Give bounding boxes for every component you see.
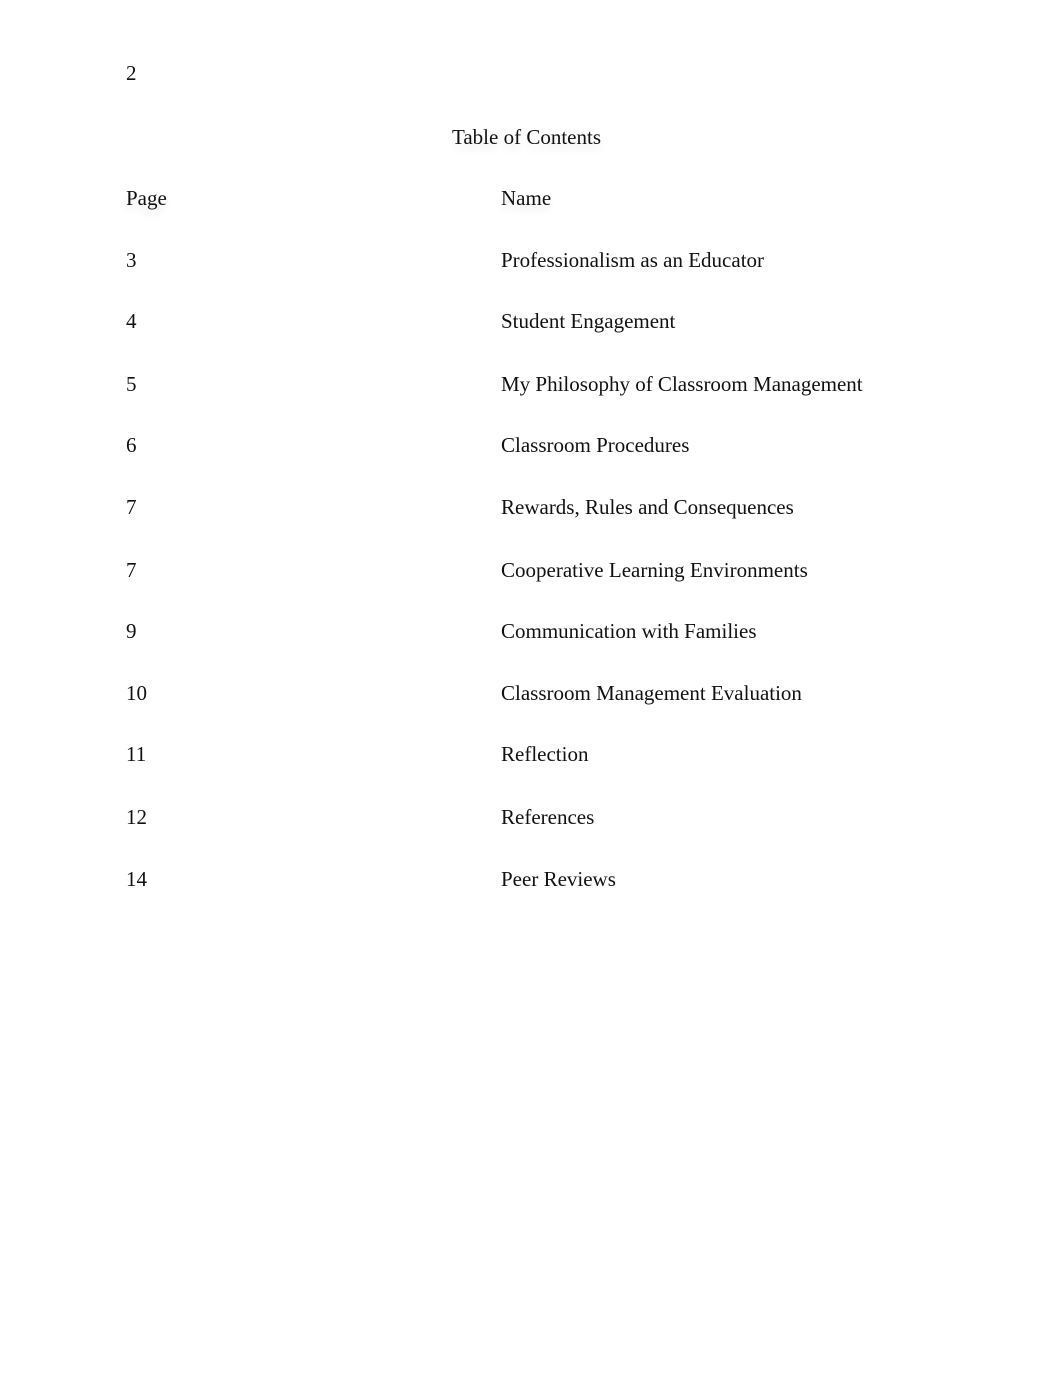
- toc-entry-page: 7: [126, 558, 137, 582]
- toc-entry-name: Student Engagement: [501, 309, 676, 333]
- page-number: 2: [126, 61, 137, 85]
- toc-entry-name: References: [501, 805, 595, 829]
- toc-entry-name: Reflection: [501, 742, 589, 766]
- toc-entry-page: 4: [126, 309, 137, 333]
- toc-entry-name: My Philosophy of Classroom Management: [501, 372, 863, 396]
- toc-entry-page: 5: [126, 372, 137, 396]
- toc-entry-name: Cooperative Learning Environments: [501, 558, 808, 582]
- toc-entry: 9 Communication with Families: [0, 619, 1062, 643]
- toc-entry: 5 My Philosophy of Classroom Management: [0, 372, 1062, 396]
- toc-entry-name: Classroom Procedures: [501, 433, 690, 457]
- toc-entry-page: 3: [126, 248, 137, 272]
- toc-entry-name: Professionalism as an Educator: [501, 248, 765, 272]
- toc-title: Table of Contents: [452, 125, 601, 149]
- toc-entry: 14 Peer Reviews: [0, 867, 1062, 891]
- toc-entry-page: 9: [126, 619, 137, 643]
- toc-entry-page: 10: [126, 681, 147, 705]
- toc-entry: 7 Rewards, Rules and Consequences: [0, 495, 1062, 519]
- toc-entry-page: 12: [126, 805, 147, 829]
- toc-entry: 6 Classroom Procedures: [0, 433, 1062, 457]
- toc-entry-page: 14: [126, 867, 147, 891]
- toc-entry: 12 References: [0, 805, 1062, 829]
- toc-entry-name: Rewards, Rules and Consequences: [501, 495, 794, 519]
- toc-entry-name: Communication with Families: [501, 619, 757, 643]
- toc-entry-page: 11: [126, 742, 147, 766]
- toc-entry: 3 Professionalism as an Educator: [0, 248, 1062, 272]
- toc-entry: 4 Student Engagement: [0, 309, 1062, 333]
- column-header-name: Name: [501, 186, 552, 210]
- toc-entry-page: 7: [126, 495, 137, 519]
- toc-entry: 7 Cooperative Learning Environments: [0, 558, 1062, 582]
- toc-entry: 11 Reflection: [0, 742, 1062, 766]
- toc-entry-name: Peer Reviews: [501, 867, 616, 891]
- toc-entry: 10 Classroom Management Evaluation: [0, 681, 1062, 705]
- toc-entry-page: 6: [126, 433, 137, 457]
- column-header-page: Page: [126, 186, 167, 210]
- toc-entry-name: Classroom Management Evaluation: [501, 681, 802, 705]
